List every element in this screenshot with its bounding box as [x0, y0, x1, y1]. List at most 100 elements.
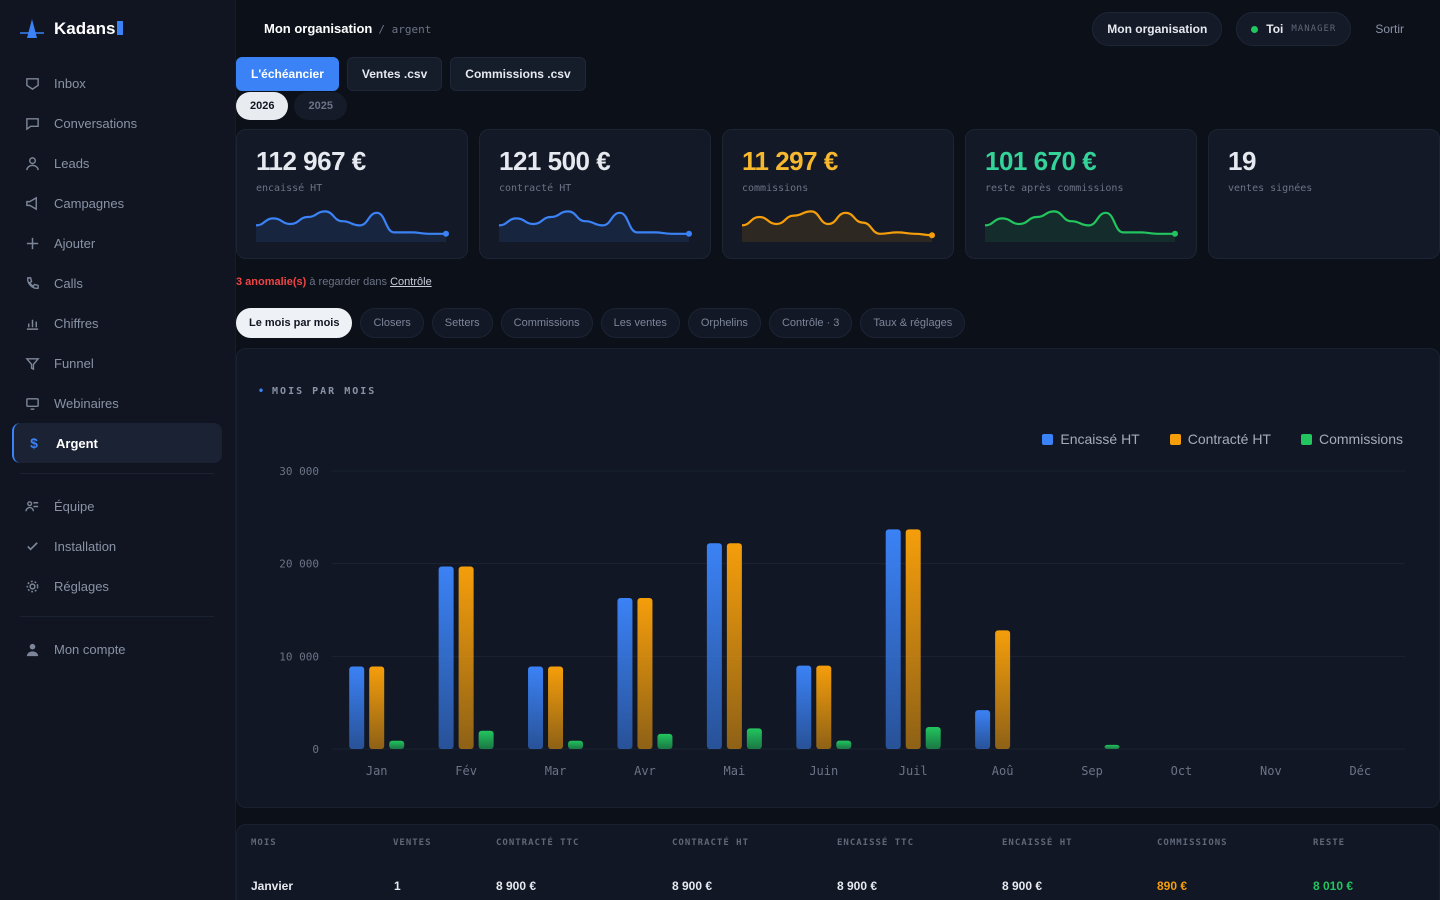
x-tick-label: Aoû	[992, 764, 1014, 778]
table-cell: 8 900 €	[496, 879, 537, 893]
x-tick-label: Mai	[724, 764, 746, 778]
sidebar-item-label: Campagnes	[54, 195, 125, 211]
breadcrumb-org[interactable]: Mon organisation	[264, 21, 372, 36]
sidebar-item-label: Équipe	[54, 498, 95, 514]
user-role-badge: MANAGER	[1291, 24, 1337, 34]
kpi-sparkline	[256, 210, 449, 242]
gear-icon	[24, 578, 40, 594]
sidebar-item-installation[interactable]: Installation	[12, 526, 222, 566]
team-icon	[24, 498, 40, 514]
sidebar-item-chiffres[interactable]: Chiffres	[12, 303, 222, 343]
chart-bar	[995, 630, 1011, 749]
tab-les-ventes[interactable]: Les ventes	[600, 308, 680, 338]
table-cell: 1	[394, 879, 401, 893]
tab-controle[interactable]: Contrôle · 3	[768, 308, 853, 338]
chart-bar	[836, 740, 852, 749]
tab-mois-par-mois[interactable]: Le mois par mois	[236, 308, 353, 338]
anomaly-notice: 3 anomalie(s) à regarder dans Contrôle	[236, 276, 432, 288]
export-sales-csv-button[interactable]: Ventes .csv	[346, 57, 443, 91]
sidebar-item-calls[interactable]: Calls	[12, 263, 222, 303]
chart-bar	[726, 543, 742, 749]
kadans-logo-icon	[20, 19, 44, 38]
sidebar-item-argent[interactable]: $ Argent	[12, 423, 222, 463]
bar-chart-icon	[24, 315, 40, 331]
inbox-icon	[24, 75, 40, 91]
kpi-card-contracte: 121 500 € contracté HT	[479, 129, 711, 259]
table-cell-commissions: 890 €	[1157, 879, 1188, 893]
bar-chart: 30 000 20 000 10 000 0 Jan Fév Mar Avr Mai Juin Ju…	[279, 465, 1405, 778]
sidebar-item-label: Réglages	[54, 578, 109, 594]
chart-bar	[478, 730, 494, 749]
table-header: MOIS	[251, 838, 277, 848]
sparkline-end-dot	[443, 230, 449, 237]
table-cell: 8 900 €	[1002, 879, 1043, 893]
kpi-value: 101 670 €	[985, 146, 1097, 176]
sidebar-item-label: Inbox	[54, 75, 86, 91]
x-tick-label: Juin	[809, 764, 838, 778]
topbar: Mon organisation / argent Mon organisatio…	[236, 0, 1440, 56]
kpi-label: ventes signées	[1228, 183, 1313, 194]
kpi-sparkline	[985, 210, 1178, 242]
sparkline-area	[742, 211, 932, 242]
tab-orphelins[interactable]: Orphelins	[687, 308, 761, 338]
chart-bar	[885, 529, 901, 749]
tab-taux-reglages[interactable]: Taux & réglages	[860, 308, 966, 338]
kpi-label: contracté HT	[499, 183, 572, 194]
kpi-value: 11 297 €	[742, 146, 838, 176]
tab-setters[interactable]: Setters	[431, 308, 493, 338]
y-tick-label: 30 000	[279, 465, 319, 478]
year-2025[interactable]: 2025	[294, 92, 347, 120]
sidebar-item-mon-compte[interactable]: Mon compte	[12, 629, 222, 669]
y-tick-label: 0	[312, 743, 319, 756]
sparkline-end-dot	[686, 230, 692, 237]
breadcrumb: Mon organisation / argent	[264, 21, 431, 36]
x-tick-label: Déc	[1349, 764, 1371, 778]
chart-bar	[349, 666, 365, 749]
user-menu-button[interactable]: Toi MANAGER	[1236, 12, 1352, 46]
chart-bar	[617, 597, 633, 749]
anomaly-link[interactable]: Contrôle	[390, 276, 432, 288]
table-cell-month[interactable]: Janvier	[251, 879, 293, 893]
sidebar-item-conversations[interactable]: Conversations	[12, 103, 222, 143]
online-status-dot	[1251, 25, 1259, 33]
plus-icon	[24, 235, 40, 251]
sparkline-end-dot	[1172, 230, 1178, 237]
year-2026[interactable]: 2026	[236, 92, 289, 120]
org-switcher-button[interactable]: Mon organisation	[1092, 12, 1223, 46]
topbar-actions: Mon organisation Toi MANAGER Sortir	[1092, 12, 1404, 46]
sidebar-item-leads[interactable]: Leads	[12, 143, 222, 183]
sidebar-item-label: Webinaires	[54, 395, 119, 411]
table-cell: 8 900 €	[672, 879, 713, 893]
sidebar-item-equipe[interactable]: Équipe	[12, 486, 222, 526]
kpi-row: 112 967 € encaissé HT 121 500 € contract…	[236, 129, 1440, 259]
kpi-value: 19	[1228, 146, 1256, 176]
y-tick-label: 20 000	[279, 558, 319, 571]
sidebar-item-funnel[interactable]: Funnel	[12, 343, 222, 383]
tab-closers[interactable]: Closers	[360, 308, 424, 338]
table-header: ENCAISSÉ TTC	[837, 838, 915, 848]
sidebar-item-ajouter[interactable]: Ajouter	[12, 223, 222, 263]
sidebar-item-reglages[interactable]: Réglages	[12, 566, 222, 606]
kpi-label: reste après commissions	[985, 183, 1124, 194]
monthly-table: MOIS VENTES CONTRACTÉ TTC CONTRACTÉ HT E…	[236, 824, 1440, 900]
chart-bar	[796, 665, 812, 749]
sidebar-item-webinaires[interactable]: Webinaires	[12, 383, 222, 423]
chart-bar	[975, 710, 991, 749]
tab-commissions[interactable]: Commissions	[500, 308, 593, 338]
schedule-button[interactable]: L'échéancier	[236, 57, 339, 91]
y-tick-label: 10 000	[279, 650, 319, 663]
sidebar-item-label: Chiffres	[54, 315, 99, 331]
brand[interactable]: Kadans	[20, 18, 124, 40]
kpi-card-reste: 101 670 € reste après commissions	[965, 129, 1197, 259]
sidebar-item-inbox[interactable]: Inbox	[12, 63, 222, 103]
sidebar-divider	[20, 616, 214, 617]
table-header: RESTE	[1313, 838, 1346, 848]
x-tick-label: Oct	[1171, 764, 1193, 778]
logout-button[interactable]: Sortir	[1365, 22, 1404, 36]
sidebar-item-campagnes[interactable]: Campagnes	[12, 183, 222, 223]
sidebar-item-label: Conversations	[54, 115, 138, 131]
export-commissions-csv-button[interactable]: Commissions .csv	[450, 57, 586, 91]
chat-icon	[24, 115, 40, 131]
chart-bar	[706, 543, 722, 749]
sidebar-item-label: Argent	[56, 435, 98, 451]
